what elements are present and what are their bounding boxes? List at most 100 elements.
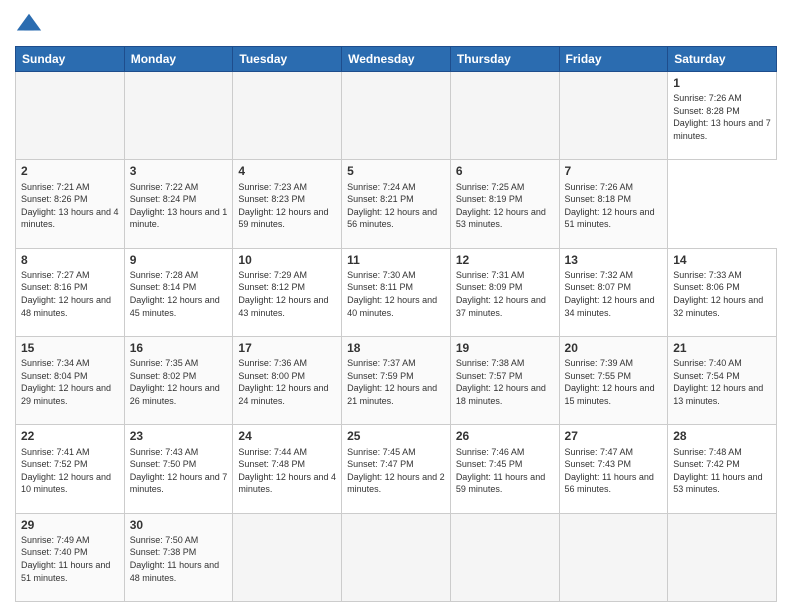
day-number: 7 — [565, 163, 663, 179]
day-info: Sunrise: 7:45 AMSunset: 7:47 PMDaylight:… — [347, 446, 445, 496]
page: SundayMondayTuesdayWednesdayThursdayFrid… — [0, 0, 792, 612]
calendar-day: 29Sunrise: 7:49 AMSunset: 7:40 PMDayligh… — [16, 513, 125, 601]
calendar-day: 6Sunrise: 7:25 AMSunset: 8:19 PMDaylight… — [450, 160, 559, 248]
calendar-day: 23Sunrise: 7:43 AMSunset: 7:50 PMDayligh… — [124, 425, 233, 513]
day-info: Sunrise: 7:21 AMSunset: 8:26 PMDaylight:… — [21, 181, 119, 231]
day-header: Saturday — [668, 47, 777, 72]
calendar-day-empty — [342, 513, 451, 601]
day-number: 10 — [238, 252, 336, 268]
calendar-day: 30Sunrise: 7:50 AMSunset: 7:38 PMDayligh… — [124, 513, 233, 601]
calendar-day: 4 Sunrise: 7:23 AMSunset: 8:23 PMDaylight… — [233, 160, 342, 248]
day-number: 16 — [130, 340, 228, 356]
day-info: Sunrise: 7:37 AMSunset: 7:59 PMDaylight:… — [347, 357, 445, 407]
day-info: Sunrise: 7:23 AMSunset: 8:23 PMDaylight:… — [238, 181, 336, 231]
day-number: 12 — [456, 252, 554, 268]
day-number: 25 — [347, 428, 445, 444]
day-info: Sunrise: 7:39 AMSunset: 7:55 PMDaylight:… — [565, 357, 663, 407]
day-info: Sunrise: 7:26 AMSunset: 8:18 PMDaylight:… — [565, 181, 663, 231]
calendar-day: 27 Sunrise: 7:47 AMSunset: 7:43 PMDayligh… — [559, 425, 668, 513]
day-info: Sunrise: 7:34 AMSunset: 8:04 PMDaylight:… — [21, 357, 119, 407]
calendar-day: 10Sunrise: 7:29 AMSunset: 8:12 PMDayligh… — [233, 248, 342, 336]
calendar-day: 11Sunrise: 7:30 AMSunset: 8:11 PMDayligh… — [342, 248, 451, 336]
calendar-day: 7 Sunrise: 7:26 AMSunset: 8:18 PMDaylight… — [559, 160, 668, 248]
calendar-week: 15Sunrise: 7:34 AMSunset: 8:04 PMDayligh… — [16, 336, 777, 424]
day-number: 21 — [673, 340, 771, 356]
calendar-day: 8Sunrise: 7:27 AMSunset: 8:16 PMDaylight… — [16, 248, 125, 336]
day-info: Sunrise: 7:47 AMSunset: 7:43 PMDaylight:… — [565, 446, 663, 496]
calendar-week: 8Sunrise: 7:27 AMSunset: 8:16 PMDaylight… — [16, 248, 777, 336]
calendar-day: 24 Sunrise: 7:44 AMSunset: 7:48 PMDayligh… — [233, 425, 342, 513]
calendar-day: 17Sunrise: 7:36 AMSunset: 8:00 PMDayligh… — [233, 336, 342, 424]
day-info: Sunrise: 7:38 AMSunset: 7:57 PMDaylight:… — [456, 357, 554, 407]
calendar-week: 2 Sunrise: 7:21 AMSunset: 8:26 PMDaylight… — [16, 160, 777, 248]
day-number: 3 — [130, 163, 228, 179]
calendar-day-empty — [233, 72, 342, 160]
day-header: Sunday — [16, 47, 125, 72]
day-header: Tuesday — [233, 47, 342, 72]
day-number: 22 — [21, 428, 119, 444]
calendar-day-empty — [668, 513, 777, 601]
day-info: Sunrise: 7:28 AMSunset: 8:14 PMDaylight:… — [130, 269, 228, 319]
calendar-day: 26Sunrise: 7:46 AMSunset: 7:45 PMDayligh… — [450, 425, 559, 513]
day-number: 19 — [456, 340, 554, 356]
day-header: Monday — [124, 47, 233, 72]
day-info: Sunrise: 7:27 AMSunset: 8:16 PMDaylight:… — [21, 269, 119, 319]
calendar-day-empty — [342, 72, 451, 160]
day-info: Sunrise: 7:26 AMSunset: 8:28 PMDaylight:… — [673, 92, 771, 142]
header — [15, 10, 777, 38]
day-info: Sunrise: 7:50 AMSunset: 7:38 PMDaylight:… — [130, 534, 228, 584]
calendar-day: 20Sunrise: 7:39 AMSunset: 7:55 PMDayligh… — [559, 336, 668, 424]
calendar-day: 3 Sunrise: 7:22 AMSunset: 8:24 PMDaylight… — [124, 160, 233, 248]
day-number: 20 — [565, 340, 663, 356]
calendar-day: 25 Sunrise: 7:45 AMSunset: 7:47 PMDayligh… — [342, 425, 451, 513]
day-number: 4 — [238, 163, 336, 179]
calendar-day-empty — [450, 72, 559, 160]
day-number: 13 — [565, 252, 663, 268]
calendar-day-empty — [450, 513, 559, 601]
day-number: 5 — [347, 163, 445, 179]
calendar-header-row: SundayMondayTuesdayWednesdayThursdayFrid… — [16, 47, 777, 72]
day-info: Sunrise: 7:31 AMSunset: 8:09 PMDaylight:… — [456, 269, 554, 319]
calendar-day: 15Sunrise: 7:34 AMSunset: 8:04 PMDayligh… — [16, 336, 125, 424]
day-number: 1 — [673, 75, 771, 91]
day-number: 14 — [673, 252, 771, 268]
calendar-week: 1Sunrise: 7:26 AMSunset: 8:28 PMDaylight… — [16, 72, 777, 160]
day-info: Sunrise: 7:32 AMSunset: 8:07 PMDaylight:… — [565, 269, 663, 319]
calendar-day-empty — [559, 513, 668, 601]
calendar-day: 9Sunrise: 7:28 AMSunset: 8:14 PMDaylight… — [124, 248, 233, 336]
day-info: Sunrise: 7:36 AMSunset: 8:00 PMDaylight:… — [238, 357, 336, 407]
day-number: 29 — [21, 517, 119, 533]
day-info: Sunrise: 7:35 AMSunset: 8:02 PMDaylight:… — [130, 357, 228, 407]
day-number: 2 — [21, 163, 119, 179]
logo-icon — [15, 10, 43, 38]
day-number: 24 — [238, 428, 336, 444]
calendar-day: 18Sunrise: 7:37 AMSunset: 7:59 PMDayligh… — [342, 336, 451, 424]
calendar-day: 21Sunrise: 7:40 AMSunset: 7:54 PMDayligh… — [668, 336, 777, 424]
calendar-week: 22 Sunrise: 7:41 AMSunset: 7:52 PMDayligh… — [16, 425, 777, 513]
day-info: Sunrise: 7:30 AMSunset: 8:11 PMDaylight:… — [347, 269, 445, 319]
calendar-day: 22 Sunrise: 7:41 AMSunset: 7:52 PMDayligh… — [16, 425, 125, 513]
day-number: 8 — [21, 252, 119, 268]
day-number: 6 — [456, 163, 554, 179]
day-info: Sunrise: 7:29 AMSunset: 8:12 PMDaylight:… — [238, 269, 336, 319]
day-number: 17 — [238, 340, 336, 356]
day-info: Sunrise: 7:40 AMSunset: 7:54 PMDaylight:… — [673, 357, 771, 407]
day-info: Sunrise: 7:41 AMSunset: 7:52 PMDaylight:… — [21, 446, 119, 496]
day-number: 27 — [565, 428, 663, 444]
calendar-week: 29Sunrise: 7:49 AMSunset: 7:40 PMDayligh… — [16, 513, 777, 601]
calendar-day-empty — [124, 72, 233, 160]
day-number: 18 — [347, 340, 445, 356]
day-info: Sunrise: 7:44 AMSunset: 7:48 PMDaylight:… — [238, 446, 336, 496]
day-info: Sunrise: 7:46 AMSunset: 7:45 PMDaylight:… — [456, 446, 554, 496]
day-info: Sunrise: 7:49 AMSunset: 7:40 PMDaylight:… — [21, 534, 119, 584]
day-info: Sunrise: 7:33 AMSunset: 8:06 PMDaylight:… — [673, 269, 771, 319]
day-number: 30 — [130, 517, 228, 533]
day-info: Sunrise: 7:22 AMSunset: 8:24 PMDaylight:… — [130, 181, 228, 231]
day-header: Thursday — [450, 47, 559, 72]
day-number: 9 — [130, 252, 228, 268]
calendar-day: 12Sunrise: 7:31 AMSunset: 8:09 PMDayligh… — [450, 248, 559, 336]
calendar-table: SundayMondayTuesdayWednesdayThursdayFrid… — [15, 46, 777, 602]
calendar-day: 16Sunrise: 7:35 AMSunset: 8:02 PMDayligh… — [124, 336, 233, 424]
day-info: Sunrise: 7:24 AMSunset: 8:21 PMDaylight:… — [347, 181, 445, 231]
calendar-day-empty — [559, 72, 668, 160]
